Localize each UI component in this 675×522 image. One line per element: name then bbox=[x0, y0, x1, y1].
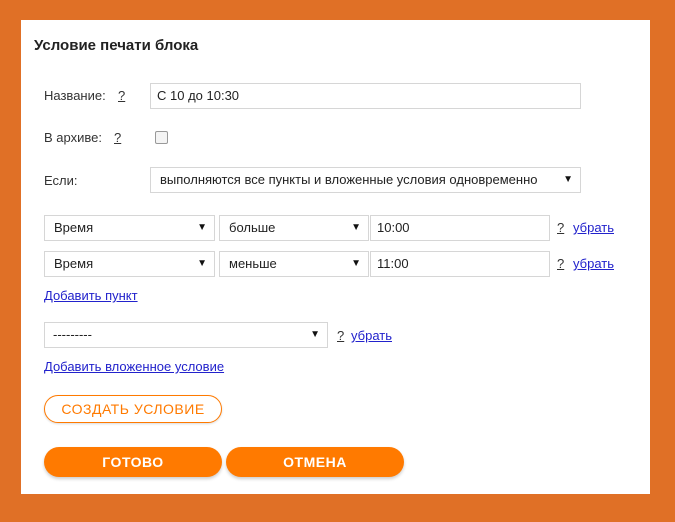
chevron-down-icon: ▼ bbox=[197, 222, 207, 233]
nested-select-value: --------- bbox=[53, 327, 92, 342]
archive-help-link[interactable]: ? bbox=[114, 130, 121, 145]
nested-remove-link[interactable]: убрать bbox=[351, 328, 392, 343]
add-nested-condition-link[interactable]: Добавить вложенное условие bbox=[44, 359, 224, 374]
value-input[interactable]: 10:00 bbox=[370, 215, 550, 241]
chevron-down-icon: ▼ bbox=[310, 329, 320, 340]
if-label: Если: bbox=[44, 173, 78, 188]
remove-link[interactable]: убрать bbox=[573, 220, 614, 235]
field-select-value: Время bbox=[54, 220, 94, 235]
archive-label: В архиве: bbox=[44, 130, 102, 145]
nested-condition-select[interactable]: --------- ▼ bbox=[44, 322, 328, 348]
operator-select[interactable]: меньше ▼ bbox=[219, 251, 369, 277]
operator-select-value: больше bbox=[229, 220, 276, 235]
chevron-down-icon: ▼ bbox=[563, 174, 573, 185]
remove-link[interactable]: убрать bbox=[573, 256, 614, 271]
add-item-link[interactable]: Добавить пункт bbox=[44, 288, 138, 303]
operator-select[interactable]: больше ▼ bbox=[219, 215, 369, 241]
cancel-button[interactable]: ОТМЕНА bbox=[226, 447, 404, 477]
archive-checkbox[interactable] bbox=[155, 131, 168, 144]
if-select-value: выполняются все пункты и вложенные услов… bbox=[160, 172, 538, 187]
value-input[interactable]: 11:00 bbox=[370, 251, 550, 277]
name-label: Название: bbox=[44, 88, 106, 103]
help-link[interactable]: ? bbox=[557, 256, 564, 271]
field-select[interactable]: Время ▼ bbox=[44, 251, 215, 277]
field-select-value: Время bbox=[54, 256, 94, 271]
name-help-link[interactable]: ? bbox=[118, 88, 125, 103]
name-input[interactable]: С 10 до 10:30 bbox=[150, 83, 581, 109]
create-condition-button[interactable]: СОЗДАТЬ УСЛОВИЕ bbox=[44, 395, 222, 423]
chevron-down-icon: ▼ bbox=[197, 258, 207, 269]
chevron-down-icon: ▼ bbox=[351, 222, 361, 233]
dialog-title: Условие печати блока bbox=[34, 37, 199, 54]
field-select[interactable]: Время ▼ bbox=[44, 215, 215, 241]
condition-dialog: Условие печати блока Название: ? С 10 до… bbox=[21, 20, 650, 494]
nested-help-link[interactable]: ? bbox=[337, 328, 344, 343]
help-link[interactable]: ? bbox=[557, 220, 564, 235]
chevron-down-icon: ▼ bbox=[351, 258, 361, 269]
if-select[interactable]: выполняются все пункты и вложенные услов… bbox=[150, 167, 581, 193]
operator-select-value: меньше bbox=[229, 256, 277, 271]
done-button[interactable]: ГОТОВО bbox=[44, 447, 222, 477]
